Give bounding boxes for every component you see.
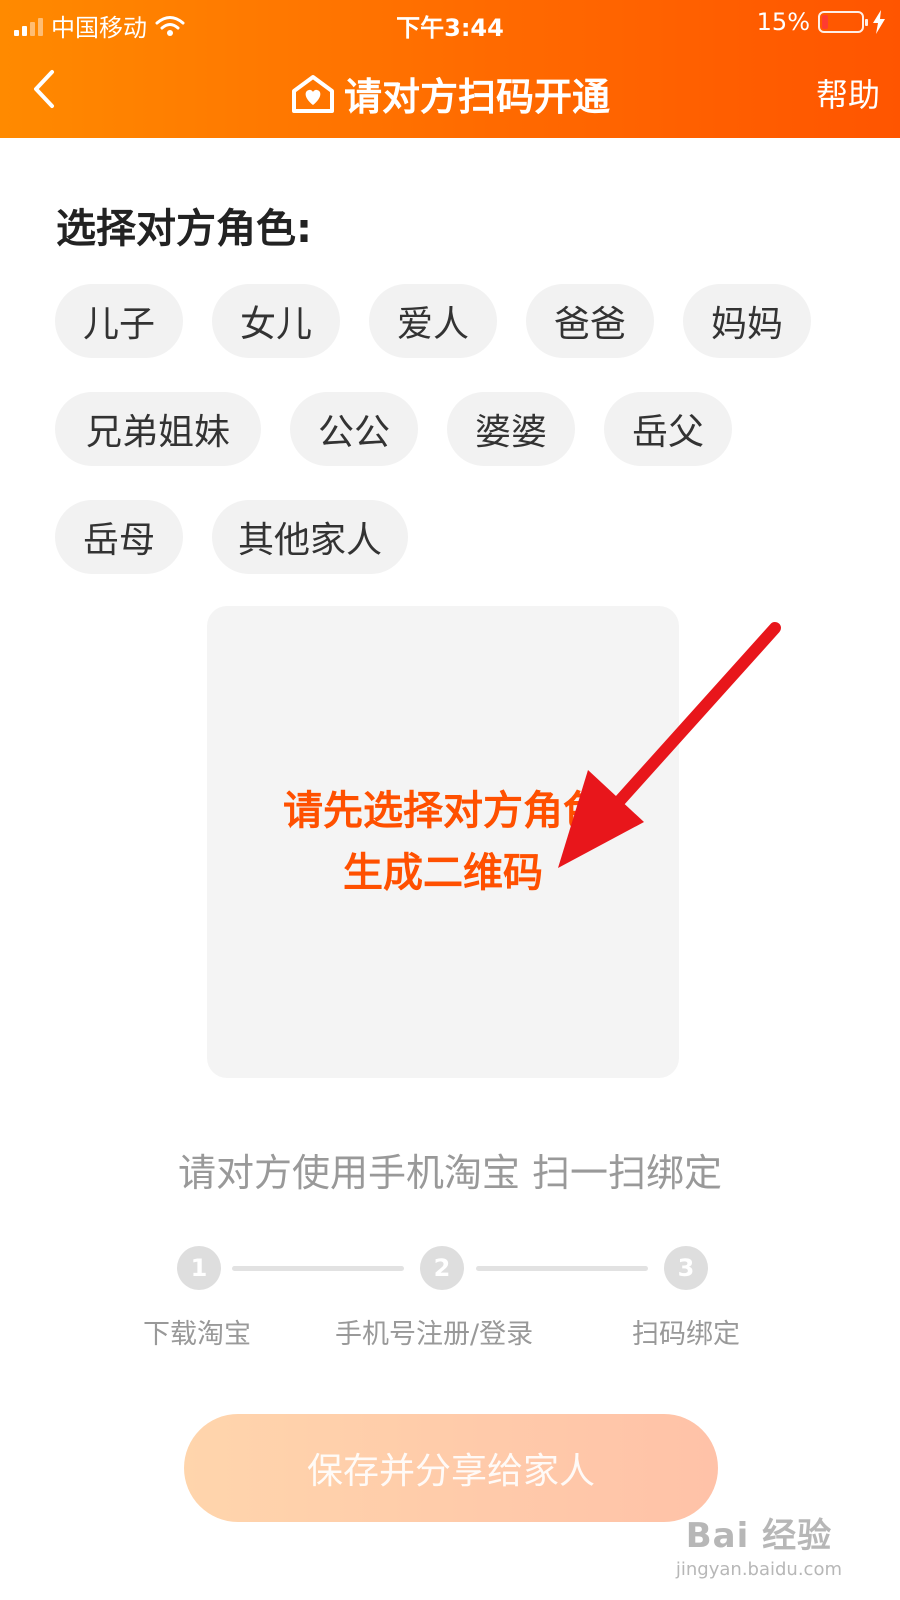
watermark-site: jingyan.baidu.com xyxy=(675,1559,842,1580)
scan-instruction: 请对方使用手机淘宝 扫一扫绑定 xyxy=(177,1151,723,1195)
step-1-circle: 1 xyxy=(177,1246,221,1290)
role-chip-father-in-law-wife[interactable]: 岳父 xyxy=(604,392,732,466)
role-options: 儿子 女儿 爱人 爸爸 妈妈 兄弟姐妹 公公 婆婆 岳父 岳母 其他家人 xyxy=(55,284,855,574)
step-connector-1 xyxy=(232,1266,404,1271)
step-connector-2 xyxy=(476,1266,648,1271)
role-chip-father-in-law-husband[interactable]: 公公 xyxy=(290,392,418,466)
page-title: 请对方扫码开通 xyxy=(0,66,900,121)
step-3-label: 扫码绑定 xyxy=(632,1319,740,1350)
role-chip-mother-in-law-wife[interactable]: 岳母 xyxy=(55,500,183,574)
header: 中国移动 下午3:44 15% 请对方扫码开通 帮助 xyxy=(0,0,900,138)
page-title-text: 请对方扫码开通 xyxy=(343,75,610,119)
watermark-logo: Bai 经验 xyxy=(685,1516,833,1556)
annotation-arrow-icon xyxy=(558,622,781,868)
step-2-circle: 2 xyxy=(420,1246,464,1290)
role-chip-father[interactable]: 爸爸 xyxy=(526,284,654,358)
role-section-title: 选择对方角色: xyxy=(56,206,312,252)
battery-icon xyxy=(818,11,868,33)
role-chip-daughter[interactable]: 女儿 xyxy=(212,284,340,358)
baidu-jingyan-watermark: Bai 经验 jingyan.baidu.com xyxy=(676,1508,842,1580)
nav-bar: 请对方扫码开通 帮助 xyxy=(0,50,900,138)
step-1-label: 下载淘宝 xyxy=(143,1319,251,1350)
help-link[interactable]: 帮助 xyxy=(816,70,880,116)
battery-group: 15% xyxy=(757,8,886,36)
role-chip-mother[interactable]: 妈妈 xyxy=(683,284,811,358)
battery-level xyxy=(822,15,828,29)
role-chip-son[interactable]: 儿子 xyxy=(55,284,183,358)
steps-progress: 1 2 3 下载淘宝 手机号注册/登录 扫码绑定 xyxy=(0,1246,900,1356)
role-chip-mother-in-law-husband[interactable]: 婆婆 xyxy=(447,392,575,466)
step-3-circle: 3 xyxy=(664,1246,708,1290)
step-2-label: 手机号注册/登录 xyxy=(335,1319,534,1350)
status-bar: 中国移动 下午3:44 15% xyxy=(0,0,900,46)
charging-bolt-icon xyxy=(873,10,885,34)
home-heart-icon xyxy=(291,74,334,113)
role-chip-other-family[interactable]: 其他家人 xyxy=(212,500,409,574)
qr-placeholder-line2: 生成二维码 xyxy=(343,850,543,896)
save-share-button[interactable]: 保存并分享给家人 xyxy=(184,1414,718,1522)
role-chip-spouse[interactable]: 爱人 xyxy=(369,284,497,358)
battery-percent: 15% xyxy=(756,8,810,36)
role-chip-siblings[interactable]: 兄弟姐妹 xyxy=(55,392,261,466)
